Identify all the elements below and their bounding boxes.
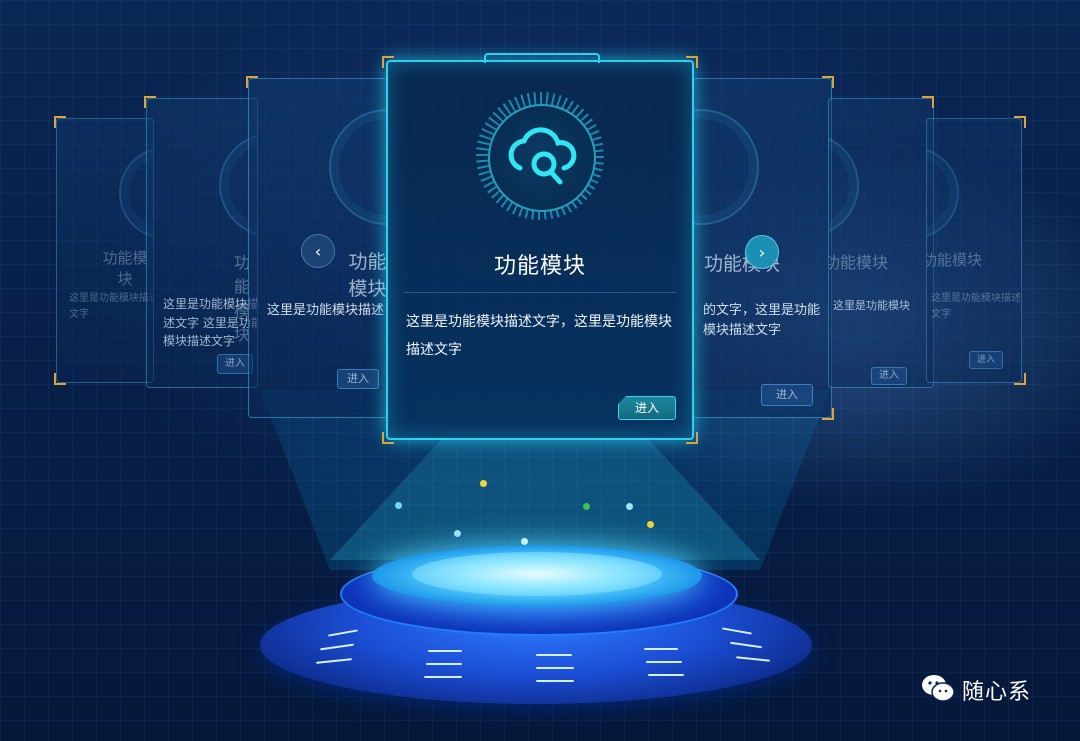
enter-button[interactable]: 进入 [871,367,907,385]
platform-stripe [644,648,678,650]
platform-stripe [648,674,684,676]
corner-accent [822,76,834,88]
book-icon [927,147,959,239]
corner-accent [1014,116,1026,128]
card-description: 这里是功能模块描述文字 [69,293,154,320]
card-right-3[interactable]: 功能模块 这里是功能模块描述文字 进入 [926,118,1022,383]
platform-stripe [428,650,462,652]
card-title: 功能模块 [348,251,387,300]
wechat-icon [920,672,956,708]
card-description: 这里是功能模块 [833,299,910,312]
corner-accent [686,432,698,444]
enter-button[interactable]: 进入 [337,369,379,389]
particle [583,503,590,510]
particle [480,480,487,487]
corner-accent [54,116,66,128]
corner-accent [822,408,834,420]
card-description: 的文字，这里是功能模块描述文字 [703,303,821,339]
brand-name: 随心系 [962,680,1032,705]
platform-stripe [536,654,572,656]
corner-accent [54,373,66,385]
corner-accent [1014,373,1026,385]
particle [521,538,528,545]
shield-icon [829,133,859,237]
card-description: 这里是功能模块描述文字 这里是功能模块描述文字 [163,297,258,349]
enter-button[interactable]: 进入 [618,396,676,420]
particle [454,530,461,537]
corner-accent [922,96,934,108]
card-top-tab [484,53,600,63]
platform-stripe [646,661,682,663]
user-search-icon [693,109,759,225]
card-left-2[interactable]: 功能模块 这里是功能模块描述文字 这里是功能模块描述文字 进入 [146,98,258,388]
platform-stripe [536,667,574,669]
corner-accent [246,76,258,88]
corner-accent [382,56,394,68]
card-title: 功能模块 [102,249,148,288]
corner-accent [382,432,394,444]
card-right-2[interactable]: 功能模块 这里是功能模块 进入 [828,98,934,388]
next-arrow-button[interactable]: › [745,235,779,269]
cloud-search-icon [488,104,596,212]
particle [647,521,654,528]
brand-watermark: 随心系 [920,672,1031,708]
enter-button[interactable]: 进入 [761,384,813,406]
particle [395,502,402,509]
card-title: 功能模块 [493,254,586,279]
monitor-icon [329,109,390,225]
corner-accent [144,96,156,108]
card-description: 这里是功能模块描述文字 [931,293,1021,320]
platform-stripe [424,676,462,678]
card-left-3[interactable]: 功能模块 这里是功能模块描述文字 进入 [56,118,154,383]
divider [404,292,676,293]
enter-button[interactable]: 进入 [969,351,1003,369]
hologram-platform-core [412,552,662,596]
platform-stripe [536,680,574,682]
card-main[interactable]: 功能模块 这里是功能模块描述文字，这里是功能模块描述文字 进入 [386,53,694,440]
card-description: 这里是功能模块描述文字，这里是功能模块描述文字 [406,314,672,358]
corner-accent [686,56,698,68]
prev-arrow-button[interactable]: ‹ [301,234,335,268]
carousel-stage: 功能模块 这里是功能模块描述文字 进入 功能模块 这里是功能模块描述文字 这里是… [0,0,1080,741]
platform-stripe [426,663,462,665]
card-description: 这里是功能模块描述 [267,303,385,318]
card-title: 功能模块 [926,251,982,269]
particle [626,503,633,510]
card-title: 功能模块 [828,253,888,272]
